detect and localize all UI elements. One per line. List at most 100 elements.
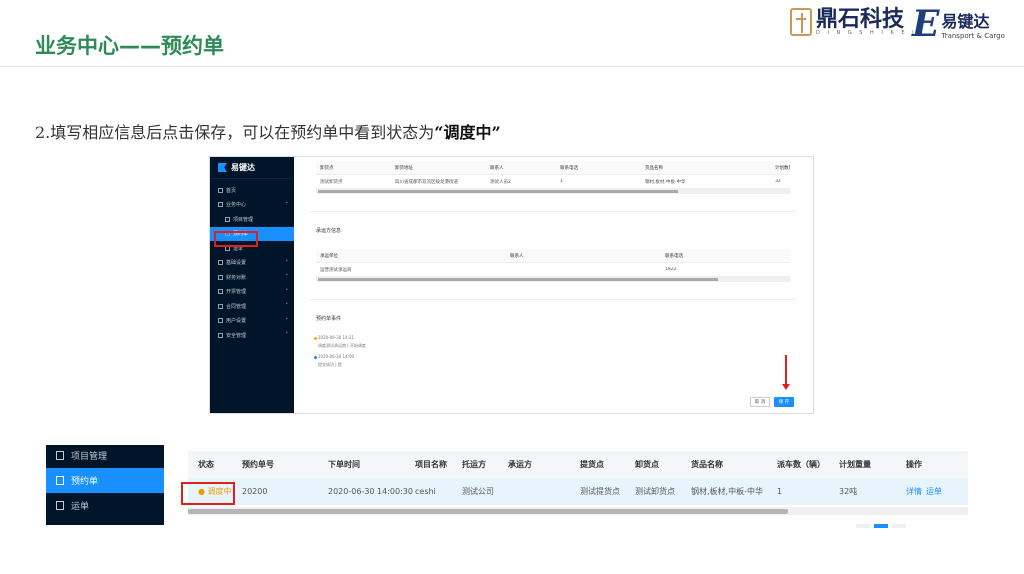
column-header: 项目名称 <box>415 460 447 469</box>
pagination <box>856 524 906 528</box>
unload-table-header: 卸货点 卸货地址 联系人 联系电话 货品名称 计划数量 <box>316 161 790 175</box>
column-header: 计划重量 <box>839 460 871 469</box>
trucks-cell: 1 <box>777 487 783 496</box>
dingshi-logo-sub: D I N G S H I K E J I <box>816 30 926 36</box>
table-row: 运营测试承运商 1822 <box>316 263 790 277</box>
chevron-down-icon: ˅ <box>285 288 289 295</box>
sidebar-item-label: 财务对账 <box>226 274 247 281</box>
chevron-down-icon: ˅ <box>285 303 289 310</box>
page-item[interactable] <box>874 524 888 528</box>
events-section-title: 预约单事件 <box>316 316 342 322</box>
order-number-cell: 20200 <box>242 487 268 496</box>
menu-item-icon <box>218 303 223 309</box>
menu-item-icon <box>218 187 223 193</box>
unload-table: 卸货点 卸货地址 联系人 联系电话 货品名称 计划数量 测试卸货点 四川省成都市双流区蛟龙港… <box>316 161 790 194</box>
menu-item-icon <box>218 289 223 295</box>
instruction-status: “调度中” <box>434 123 501 142</box>
column-header: 承运单位 <box>320 253 338 259</box>
sidebar-item[interactable]: 安全管理 ˅ <box>210 328 294 343</box>
table-cell: 1822 <box>665 267 677 272</box>
menu-item-icon <box>218 274 223 280</box>
page-item[interactable] <box>856 524 870 528</box>
chevron-down-icon: ˅ <box>285 317 289 324</box>
table-cell: 测试卸货点 <box>320 179 343 185</box>
chevron-down-icon: ˄ <box>285 201 289 208</box>
table-cell: 1 <box>560 179 563 184</box>
sidebar-item[interactable]: 基础设置 ˅ <box>210 256 294 271</box>
yijianda-logo: E 易键达 Transport & Cargo <box>912 6 1005 42</box>
menu-item-icon <box>225 216 230 222</box>
project-cell: ceshi <box>415 487 436 496</box>
carrier-table: 承运单位 联系人 联系电话 运营测试承运商 1822 <box>316 249 790 282</box>
event-dot-icon <box>314 356 317 359</box>
waybill-link[interactable]: 运单 <box>926 478 942 505</box>
sidebar-item[interactable]: 预约单 <box>46 468 164 493</box>
dingshi-mark-icon <box>790 8 812 36</box>
menu-item-icon <box>56 501 64 510</box>
horizontal-scrollbar[interactable] <box>188 507 968 515</box>
dingshi-logo-text: 鼎石科技 <box>816 6 905 32</box>
sidebar-brand: 易键达 <box>210 157 294 179</box>
order-table-header: 状态 预约单号 下单时间 项目名称 托运方 承运方 提货点 卸货点 货品名称 派车数（辆） 计划重量… <box>188 451 968 478</box>
brand-logo-icon <box>218 163 227 172</box>
sidebar-item-label: 业务中心 <box>226 202 247 209</box>
sidebar-item[interactable]: 运单 <box>46 493 164 518</box>
instruction-prefix: 2.填写相应信息后点击保存，可以在预约单中看到状态为 <box>35 123 435 142</box>
sidebar-item-label: 用户设置 <box>226 318 247 325</box>
sidebar-item-label: 项目管理 <box>233 216 254 223</box>
menu-item-icon <box>218 318 223 324</box>
page-item[interactable] <box>892 524 906 528</box>
unload-cell: 测试卸货点 <box>635 487 675 496</box>
divider <box>310 299 796 300</box>
column-header: 联系电话 <box>560 165 578 171</box>
sidebar-item-label: 合同管理 <box>226 303 247 310</box>
table-row[interactable]: ● 调度中 20200 2020-06-30 14:00:30 ceshi 测试公司 测试… <box>188 478 968 505</box>
order-detail-screenshot: 易键达 首页 业务中心 ˄ 项目管理 预约单 运单 基础设置 ˅ 财务对账 ˅ 开票管理 ˅ 合同管理 ˅… <box>209 156 814 414</box>
sidebar-item[interactable]: 项目管理 <box>210 212 294 227</box>
horizontal-scrollbar[interactable] <box>316 189 790 194</box>
shipper-cell: 测试公司 <box>462 487 494 496</box>
column-header: 货品名称 <box>691 460 723 469</box>
brand-name: 易键达 <box>231 163 255 172</box>
sidebar-item[interactable]: 用户设置 ˅ <box>210 314 294 329</box>
sidebar-item[interactable]: 首页 <box>210 183 294 198</box>
carrier-section-title: 承运方信息 <box>316 228 342 234</box>
detail-link[interactable]: 详情 <box>906 478 922 505</box>
save-button[interactable]: 保 存 <box>774 397 794 407</box>
column-header: 卸货点 <box>320 165 334 171</box>
chevron-down-icon: ˅ <box>285 274 289 281</box>
column-header: 派车数（辆） <box>777 460 825 469</box>
sidebar-menu: 首页 业务中心 ˄ 项目管理 预约单 运单 基础设置 ˅ 财务对账 ˅ 开票管理 ˅ 合同管理 ˅ 用户设置… <box>210 179 294 343</box>
carrier-table-header: 承运单位 联系人 联系电话 <box>316 249 790 263</box>
column-header: 卸货地址 <box>395 165 413 171</box>
table-cell: 测试人员2 <box>490 179 511 185</box>
column-header: 操作 <box>906 460 922 469</box>
sidebar-item[interactable]: 财务对账 ˅ <box>210 270 294 285</box>
weight-cell: 32吨 <box>839 487 858 496</box>
sidebar-item[interactable]: 合同管理 ˅ <box>210 299 294 314</box>
pointer-arrow <box>782 355 790 390</box>
sidebar-item[interactable]: 开票管理 ˅ <box>210 285 294 300</box>
column-header: 下单时间 <box>328 460 360 469</box>
instruction-text: 2.填写相应信息后点击保存，可以在预约单中看到状态为“调度中” <box>35 119 501 143</box>
column-header: 计划数量 <box>775 165 790 171</box>
chevron-down-icon: ˅ <box>285 332 289 339</box>
goods-cell: 钢材,板材,中板-中华 <box>691 487 763 496</box>
event-time: 2020-06-30 14:00 <box>318 354 355 359</box>
sidebar-item[interactable]: 项目管理 <box>46 443 164 468</box>
dingshi-logo: 鼎石科技 D I N G S H I K E J I <box>790 8 926 36</box>
divider <box>310 211 796 212</box>
table-cell: 钢材,板材,中板-中华 <box>645 179 686 185</box>
horizontal-scrollbar[interactable] <box>316 277 790 282</box>
column-header: 联系电话 <box>665 253 683 259</box>
slide-title: 业务中心——预约单 <box>35 34 224 58</box>
sidebar-item-label: 首页 <box>226 187 237 194</box>
menu-item-icon <box>56 451 64 460</box>
table-cell: 运营测试承运商 <box>320 267 352 273</box>
table-row: 测试卸货点 四川省成都市双流区蛟龙港街道 测试人员2 1 钢材,板材,中板-中华 32 <box>316 175 790 189</box>
order-time-cell: 2020-06-30 14:00:30 <box>328 487 413 496</box>
sidebar-item[interactable]: 业务中心 ˄ <box>210 198 294 213</box>
sidebar-item-label: 预约单 <box>71 477 99 487</box>
cancel-button[interactable]: 取 消 <box>750 397 770 407</box>
sidebar-item-label: 基础设置 <box>226 260 247 267</box>
